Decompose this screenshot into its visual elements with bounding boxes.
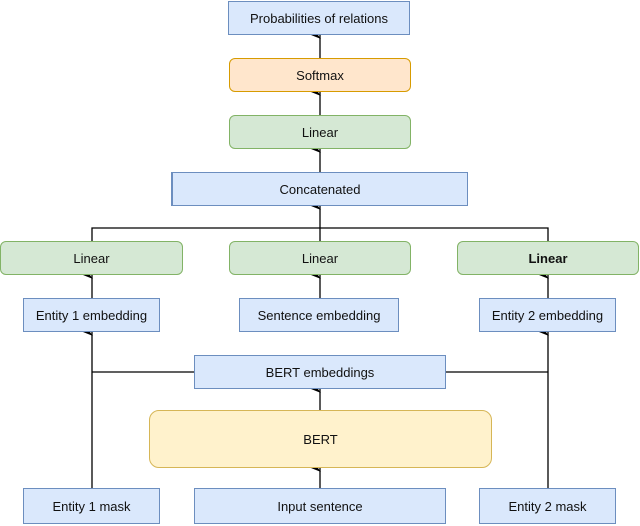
entity1-mask-node: Entity 1 mask	[23, 488, 160, 524]
linear-top-node: Linear	[229, 115, 411, 149]
bert-node: BERT	[149, 410, 492, 468]
softmax-node: Softmax	[229, 58, 411, 92]
linear-mid-node: Linear	[229, 241, 411, 275]
entity2-embedding-node: Entity 2 embedding	[479, 298, 616, 332]
concatenated-node: Concatenated	[171, 172, 468, 206]
entity2-mask-node: Entity 2 mask	[479, 488, 616, 524]
linear-left-node: Linear	[0, 241, 183, 275]
linear-right-node: Linear	[457, 241, 639, 275]
entity1-embedding-node: Entity 1 embedding	[23, 298, 160, 332]
input-sentence-node: Input sentence	[194, 488, 446, 524]
bert-embeddings-node: BERT embeddings	[194, 355, 446, 389]
sentence-embedding-node: Sentence embedding	[239, 298, 399, 332]
probabilities-node: Probabilities of relations	[228, 1, 410, 35]
